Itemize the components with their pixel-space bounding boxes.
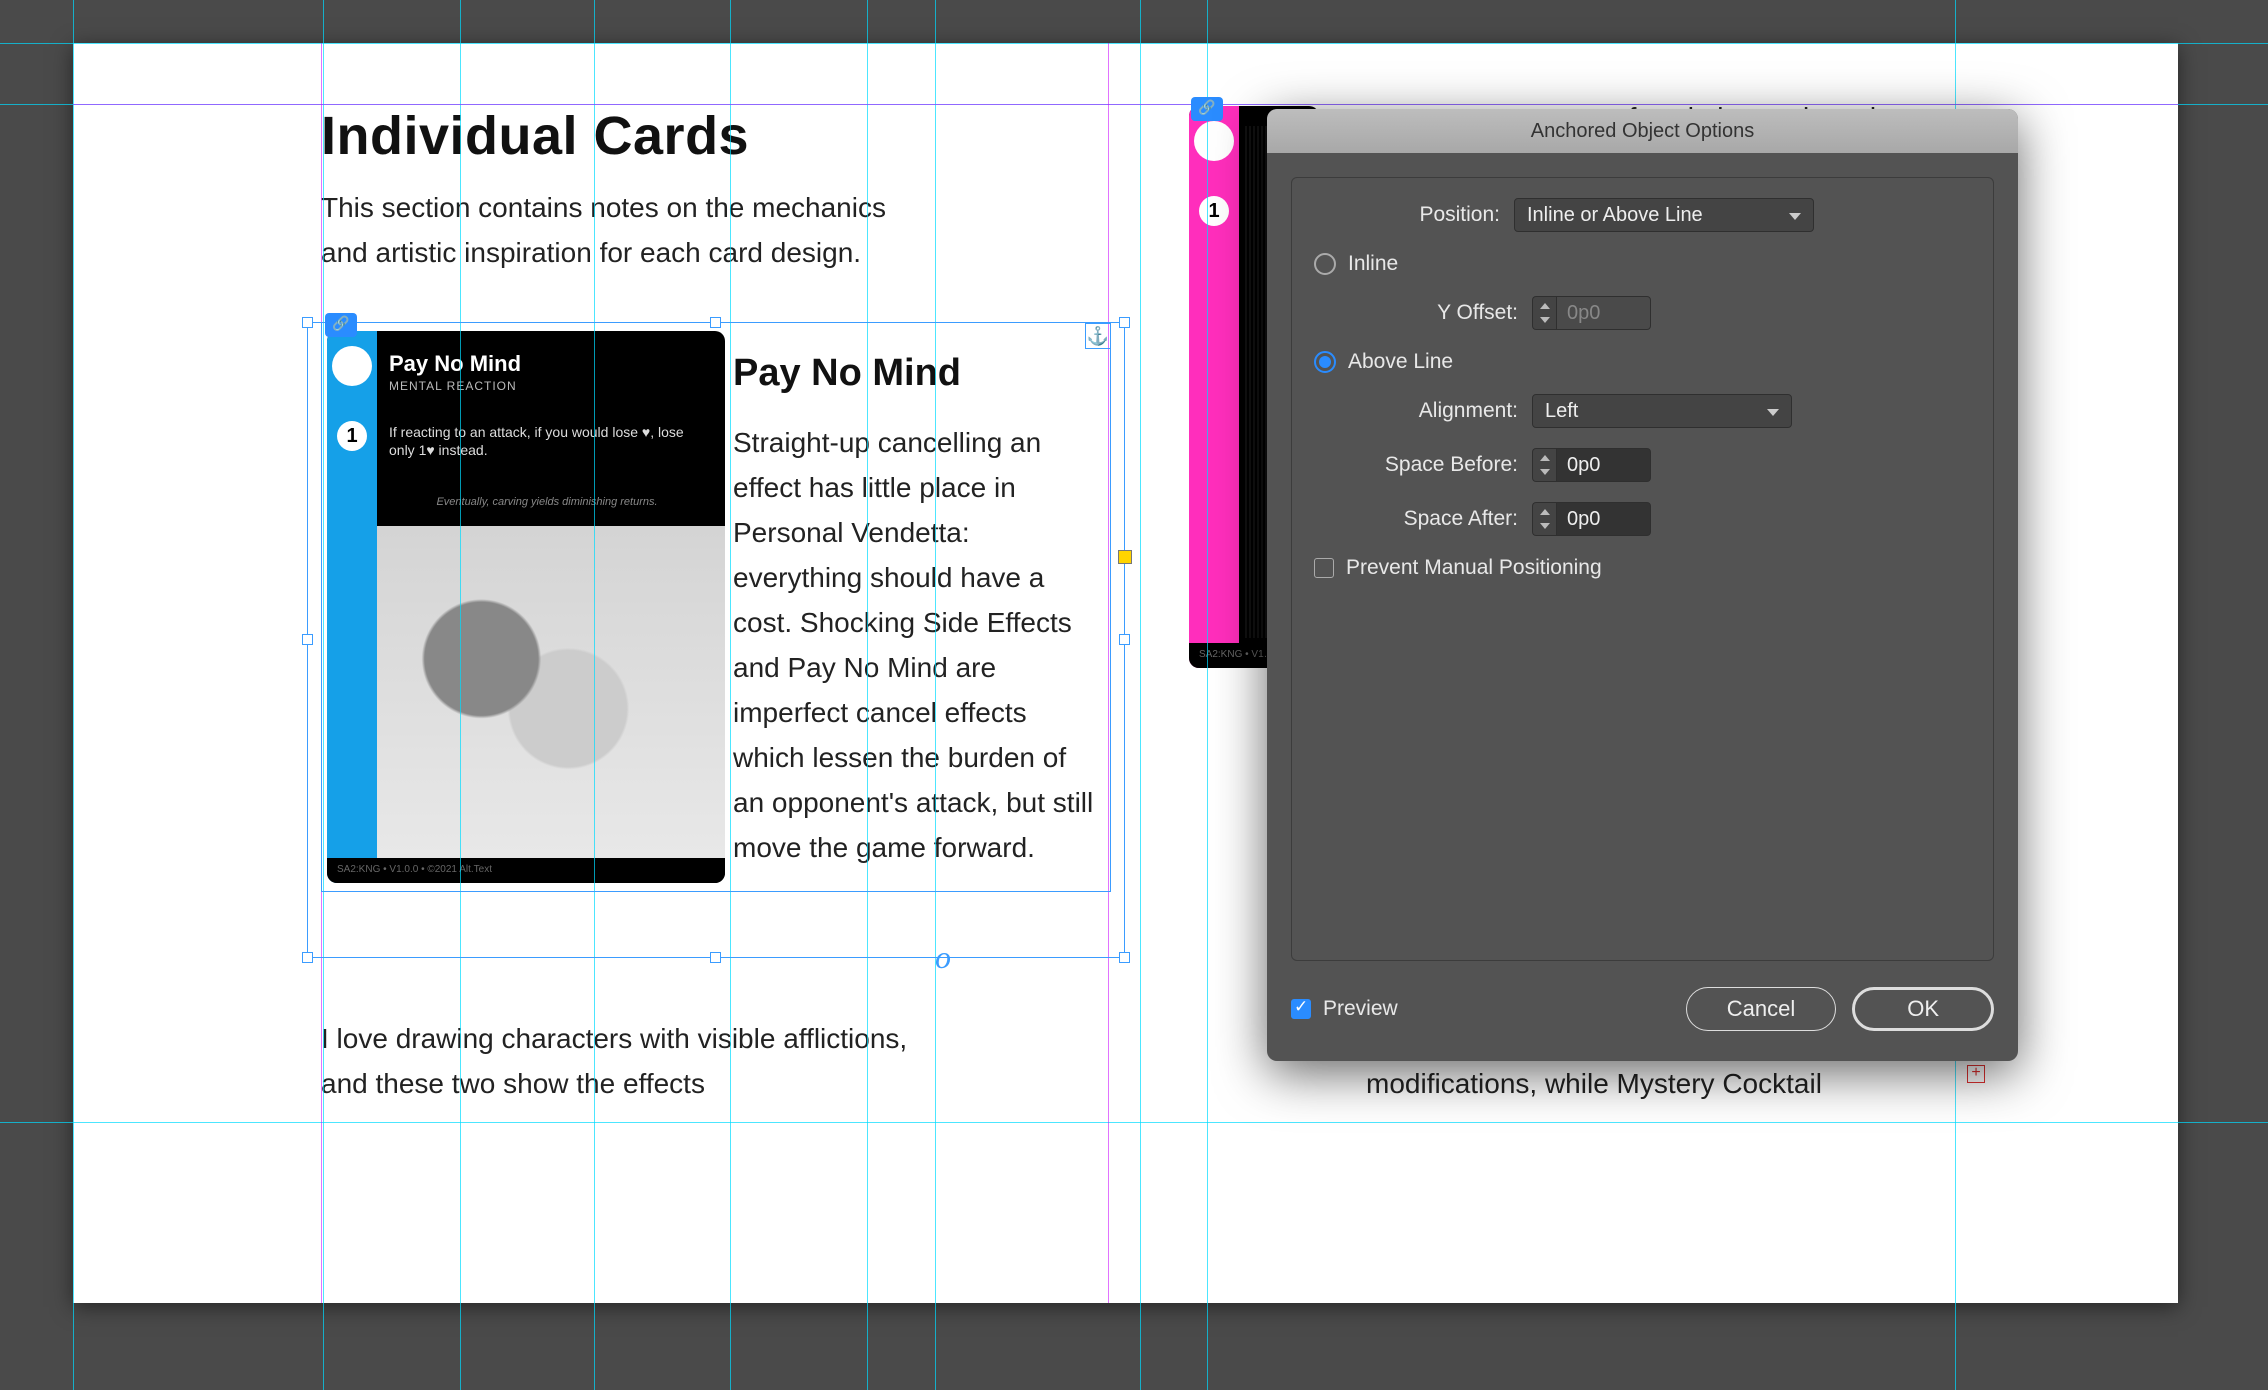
space-before-input[interactable]: 0p0 <box>1556 448 1651 482</box>
above-line-radio-row[interactable]: Above Line <box>1314 350 1971 374</box>
ok-button[interactable]: OK <box>1852 987 1994 1031</box>
intro-text[interactable]: This section contains notes on the mecha… <box>321 185 921 275</box>
spinner-buttons[interactable] <box>1532 448 1556 482</box>
overset-text-indicator[interactable]: + <box>1967 1065 1985 1083</box>
space-after-row: Space After: 0p0 <box>1314 502 1971 536</box>
position-row: Position: Inline or Above Line <box>1314 198 1971 232</box>
inline-radio-row[interactable]: Inline <box>1314 252 1971 276</box>
alignment-label: Alignment: <box>1314 399 1532 423</box>
inline-radio[interactable] <box>1314 253 1336 275</box>
resize-handle[interactable] <box>302 952 313 963</box>
card-illustration <box>377 526 725 858</box>
card-section-heading[interactable]: Pay No Mind <box>733 352 961 395</box>
card-cost-band <box>327 331 377 883</box>
resize-handle[interactable] <box>302 634 313 645</box>
prevent-positioning-row[interactable]: Prevent Manual Positioning <box>1314 556 1971 580</box>
prevent-positioning-checkbox[interactable] <box>1314 558 1334 578</box>
card-rules-text: If reacting to an attack, if you would l… <box>389 423 705 459</box>
page-heading[interactable]: Individual Cards <box>321 105 749 167</box>
anchored-object-badge[interactable] <box>1191 97 1223 121</box>
anchor-marker[interactable]: ⚓ <box>1085 323 1111 349</box>
alignment-dropdown[interactable]: Left <box>1532 394 1792 428</box>
resize-handle[interactable] <box>302 317 313 328</box>
card-title: Pay No Mind <box>389 351 521 377</box>
card-cost: 1 <box>1199 196 1229 226</box>
y-offset-input[interactable]: 0p0 <box>1556 296 1651 330</box>
anchored-object-options-dialog: Anchored Object Options Position: Inline… <box>1267 109 2018 1061</box>
dialog-titlebar[interactable]: Anchored Object Options <box>1267 109 2018 153</box>
story-editor-marker: o <box>935 939 951 976</box>
resize-handle[interactable] <box>710 317 721 328</box>
position-dropdown[interactable]: Inline or Above Line <box>1514 198 1814 232</box>
preview-label: Preview <box>1323 997 1398 1021</box>
card-type-icon <box>1194 121 1234 161</box>
card-description[interactable]: Straight-up cancelling an effect has lit… <box>733 420 1103 870</box>
dialog-footer: Preview Cancel OK <box>1291 981 1994 1037</box>
reference-point[interactable] <box>1118 550 1132 564</box>
resize-handle[interactable] <box>1119 317 1130 328</box>
y-offset-field[interactable]: 0p0 <box>1532 296 1651 330</box>
y-offset-row: Y Offset: 0p0 <box>1314 296 1971 330</box>
card-image-pay-no-mind[interactable]: 1 Pay No Mind MENTAL REACTION If reactin… <box>327 331 725 883</box>
y-offset-label: Y Offset: <box>1314 301 1532 325</box>
resize-handle[interactable] <box>710 952 721 963</box>
space-before-row: Space Before: 0p0 <box>1314 448 1971 482</box>
space-before-field[interactable]: 0p0 <box>1532 448 1651 482</box>
cancel-button[interactable]: Cancel <box>1686 987 1836 1031</box>
space-before-label: Space Before: <box>1314 453 1532 477</box>
anchored-object-badge[interactable] <box>325 313 357 337</box>
spinner-buttons[interactable] <box>1532 502 1556 536</box>
prevent-positioning-label: Prevent Manual Positioning <box>1346 556 1602 580</box>
above-line-radio-label: Above Line <box>1348 350 1453 374</box>
space-after-label: Space After: <box>1314 507 1532 531</box>
preview-checkbox[interactable] <box>1291 999 1311 1019</box>
position-label: Position: <box>1314 203 1514 227</box>
spinner-buttons[interactable] <box>1532 296 1556 330</box>
space-after-input[interactable]: 0p0 <box>1556 502 1651 536</box>
alignment-row: Alignment: Left <box>1314 394 1971 428</box>
right-column-text-bottom[interactable]: modifications, while Mystery Cocktail <box>1366 1061 1926 1106</box>
inline-radio-label: Inline <box>1348 252 1398 276</box>
card-flavor-text: Eventually, carving yields diminishing r… <box>389 496 705 508</box>
resize-handle[interactable] <box>1119 634 1130 645</box>
margin-guide <box>1108 43 1109 1303</box>
card-footer: SA2:KNG • V1.0.0 • ©2021 Alt.Text <box>327 858 725 883</box>
card-cost-band <box>1189 106 1239 668</box>
continuation-text[interactable]: I love drawing characters with visible a… <box>321 1016 961 1106</box>
resize-handle[interactable] <box>1119 952 1130 963</box>
space-after-field[interactable]: 0p0 <box>1532 502 1651 536</box>
card-type-icon <box>332 346 372 386</box>
card-cost: 1 <box>337 421 367 451</box>
card-subtitle: MENTAL REACTION <box>389 379 517 393</box>
dialog-body: Position: Inline or Above Line Inline Y … <box>1291 177 1994 961</box>
above-line-radio[interactable] <box>1314 351 1336 373</box>
